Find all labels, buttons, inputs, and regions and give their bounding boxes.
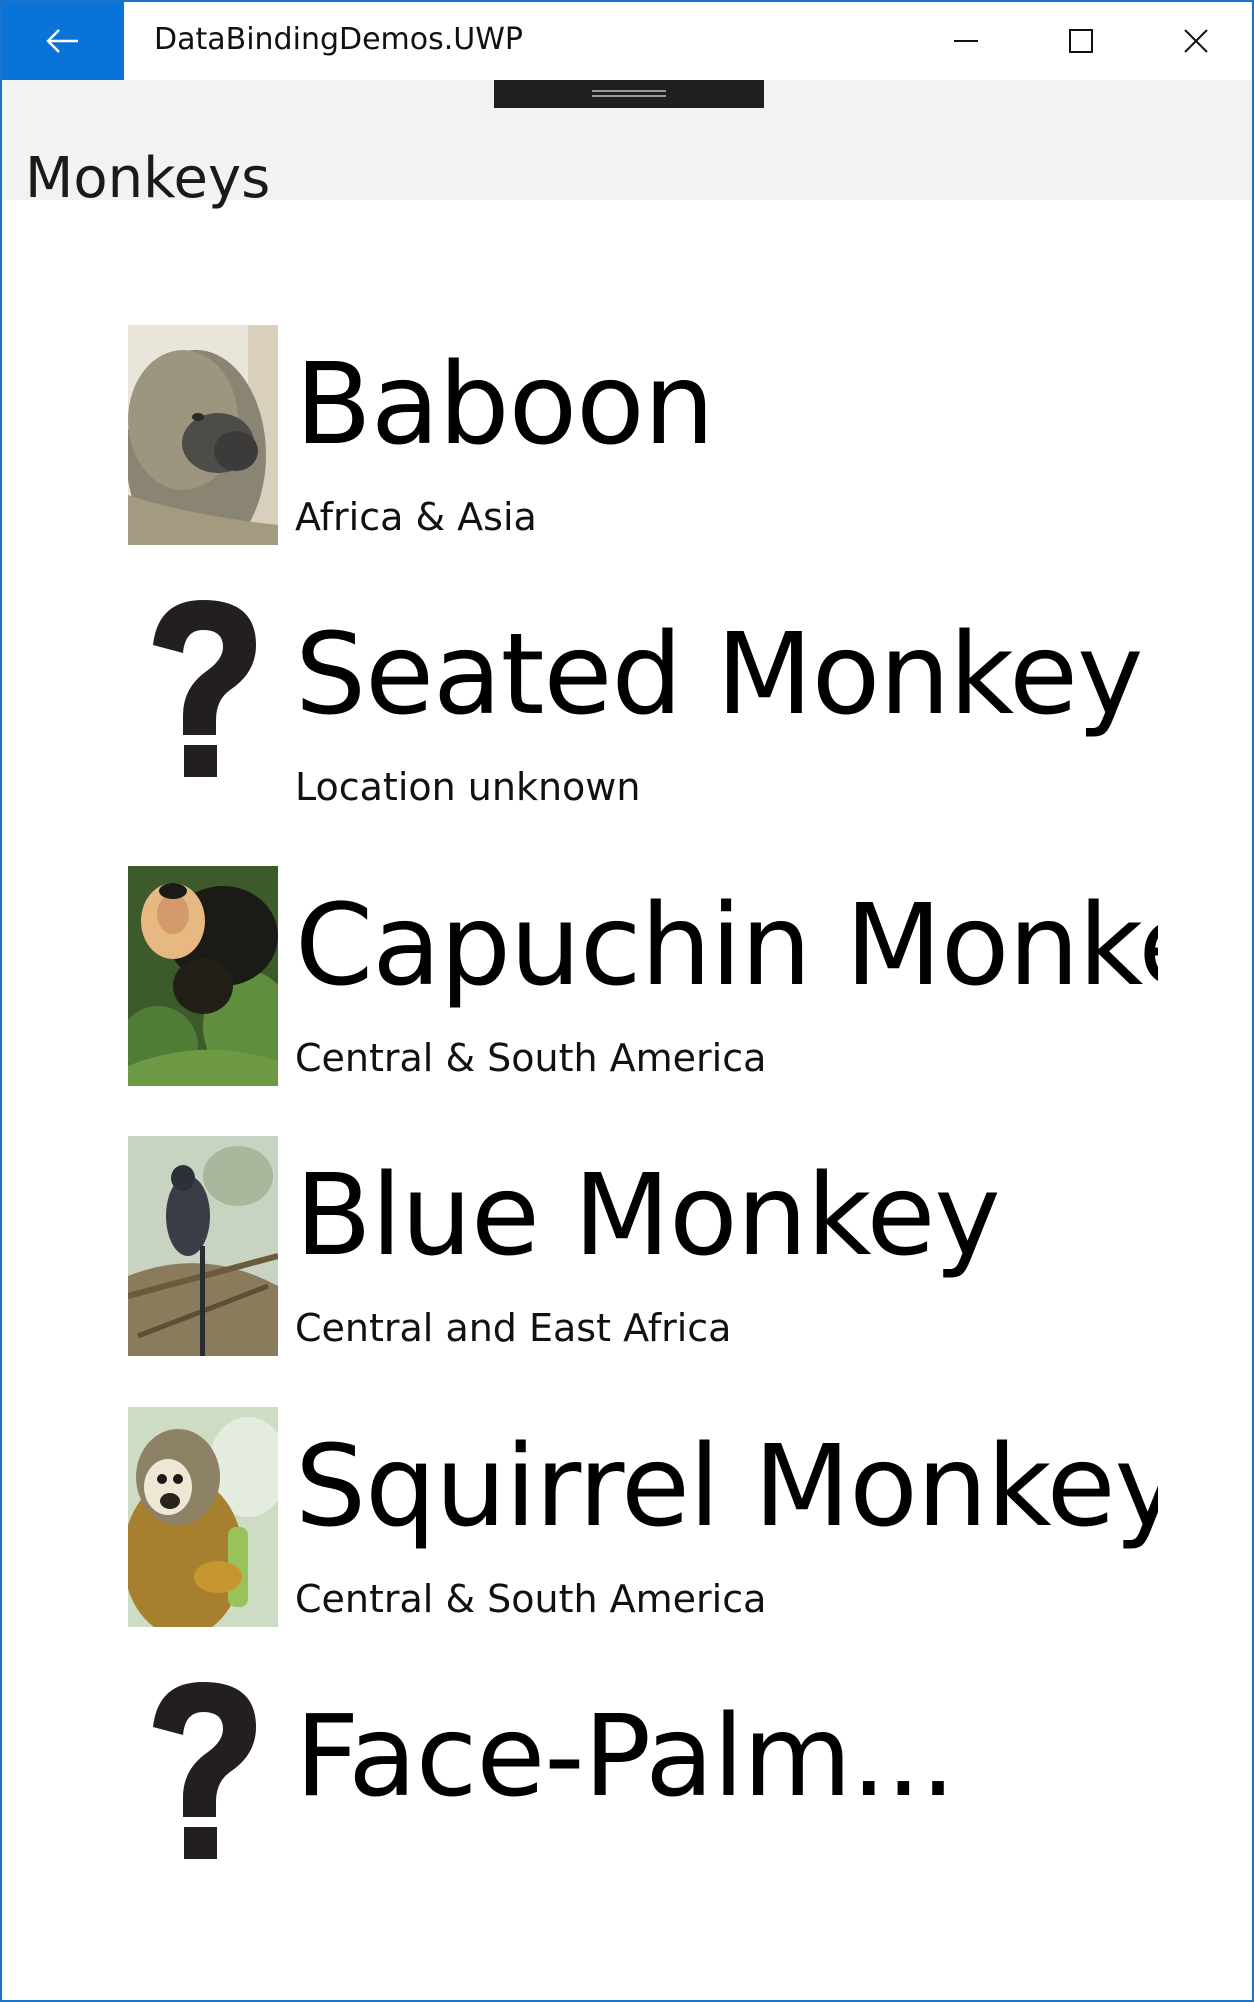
title-bar: DataBindingDemos.UWP xyxy=(2,0,1252,80)
blue-monkey-photo xyxy=(128,1136,278,1356)
monkey-location: Central and East Africa xyxy=(295,1306,732,1350)
back-button[interactable] xyxy=(2,2,124,80)
monkey-name: Face-Palm... xyxy=(295,1692,956,1822)
grip-line xyxy=(592,95,666,97)
minimize-button[interactable] xyxy=(908,2,1023,80)
question-mark-icon xyxy=(128,595,278,815)
monkey-name: Capuchin Monkey xyxy=(295,881,1158,1011)
monkey-location: Central & South America xyxy=(295,1577,767,1621)
list-item[interactable]: Capuchin Monkey Central & South America xyxy=(128,866,1158,1086)
list-item[interactable]: Squirrel Monkey Central & South America xyxy=(128,1407,1158,1627)
monkey-name: Baboon xyxy=(295,340,715,470)
close-button[interactable] xyxy=(1138,2,1252,80)
minimize-icon xyxy=(953,40,978,42)
grip-line xyxy=(592,90,666,92)
maximize-button[interactable] xyxy=(1023,2,1138,80)
list-item[interactable]: Face-Palm... xyxy=(128,1677,1158,1897)
question-mark-icon xyxy=(128,1677,278,1897)
monkey-name: Squirrel Monkey xyxy=(295,1422,1158,1552)
monkey-name: Blue Monkey xyxy=(295,1151,1001,1281)
close-icon xyxy=(1183,29,1208,53)
maximize-icon xyxy=(1068,29,1093,53)
window-title: DataBindingDemos.UWP xyxy=(154,22,524,57)
drag-handle[interactable] xyxy=(494,80,764,108)
squirrel-monkey-photo xyxy=(128,1407,278,1627)
monkey-location: Central & South America xyxy=(295,1036,767,1080)
list-item[interactable]: Blue Monkey Central and East Africa xyxy=(128,1136,1158,1356)
capuchin-photo xyxy=(128,866,278,1086)
list-item[interactable]: Baboon Africa & Asia xyxy=(128,325,1158,545)
list-item[interactable]: Seated Monkey Location unknown xyxy=(128,595,1158,815)
baboon-photo xyxy=(128,325,278,545)
monkey-name: Seated Monkey xyxy=(295,610,1143,740)
monkey-location: Location unknown xyxy=(295,765,641,809)
monkey-location: Africa & Asia xyxy=(295,495,537,539)
arrow-left-icon xyxy=(46,29,78,53)
app-window: DataBindingDemos.UWP Monkeys Baboon Afri… xyxy=(0,0,1254,2002)
page-title: Monkeys xyxy=(25,145,271,211)
